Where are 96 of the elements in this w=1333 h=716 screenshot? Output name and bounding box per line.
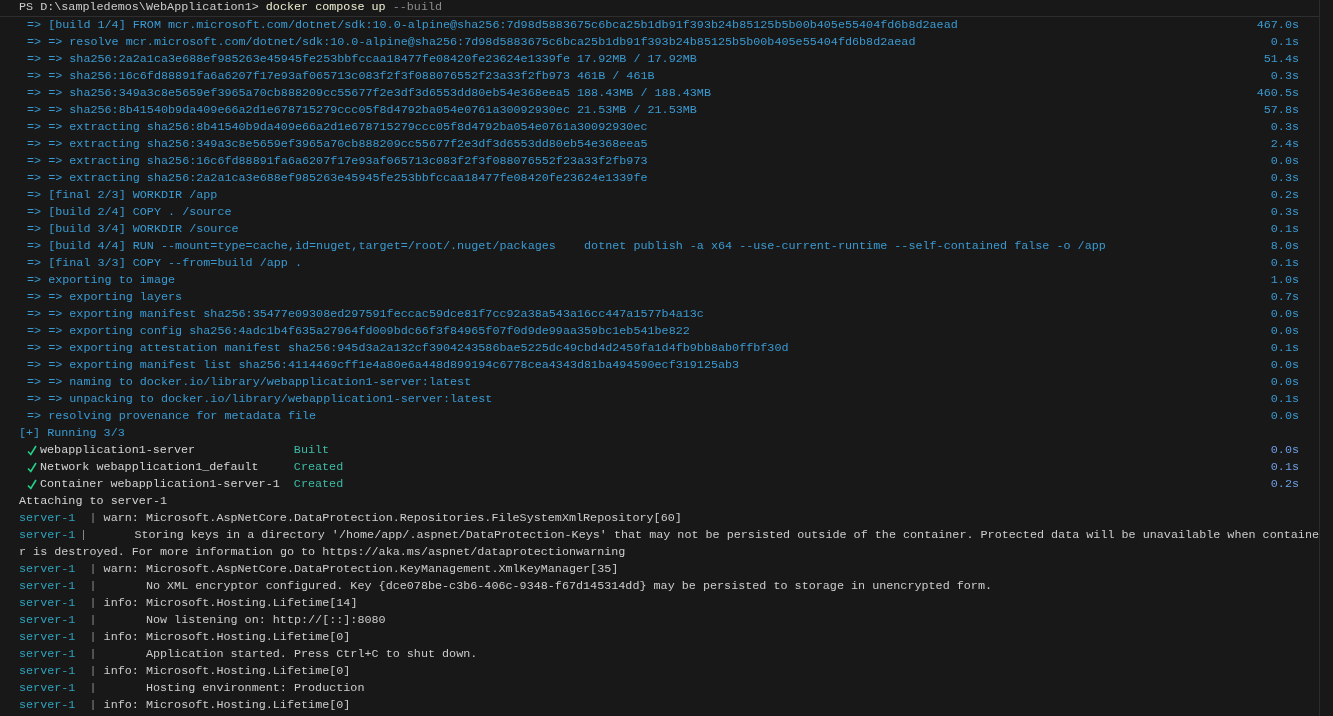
log-separator: |: [89, 697, 98, 714]
log-source: server-1: [19, 510, 77, 527]
build-step-text: => => exporting config sha256:4adc1b4f635a27964fd009bdc66f3f84965f07f0d9de99aa359bc1eb541be822: [27, 323, 690, 340]
duration-text: 0.3s: [1270, 68, 1299, 85]
log-separator: |: [89, 680, 98, 697]
build-step-text: => [final 3/3] COPY --from=build /app .: [27, 255, 302, 272]
log-message: Application started. Press Ctrl+C to shut down.: [144, 646, 478, 663]
log-source: server-1: [19, 663, 77, 680]
log-source: server-1: [19, 646, 77, 663]
log-source: server-1: [19, 612, 77, 629]
duration-text: 0.0s: [1270, 374, 1299, 391]
build-step-text: => => extracting sha256:2a2a1ca3e688ef985263e45945fe253bbfccaa18477fe08420fe23624e1339fe: [27, 170, 648, 187]
log-separator: |: [89, 629, 98, 646]
build-step-text: => => extracting sha256:16c6fd88891fa6a6207f17e93af065713c083f2f3f088076552f23a33f2fb973: [27, 153, 648, 170]
log-message: Hosting environment: Production: [144, 680, 365, 697]
duration-text: 0.1s: [1270, 34, 1299, 51]
prompt-path: PS D:\sampledemos\WebApplication1>: [19, 0, 259, 14]
duration-text: 0.2s: [1270, 476, 1299, 493]
duration-text: 0.1s: [1270, 459, 1299, 476]
command-text: docker compose up: [265, 0, 386, 14]
duration-text: 460.5s: [1256, 85, 1299, 102]
log-separator: |: [79, 527, 88, 544]
duration-text: 57.8s: [1263, 102, 1299, 119]
log-source: server-1: [19, 561, 77, 578]
duration-text: 0.3s: [1270, 170, 1299, 187]
log-source: server-1: [19, 527, 77, 544]
build-step-text: => resolving provenance for metadata file: [27, 408, 317, 425]
log-message: info: Microsoft.Hosting.Lifetime[0]: [103, 629, 351, 646]
log-message: Storing keys in a directory '/home/app/.aspnet/DataProtection-Keys' that may not be persisted outside of the container. Protected data will be unavailable when containe: [133, 527, 1319, 544]
build-step-text: => => resolve mcr.microsoft.com/dotnet/sdk:10.0-alpine@sha256:7d98d5883675c6bca25b1db91f393b24b85125b5b00b405e55404fd6b8d2aead: [27, 34, 916, 51]
duration-text: 0.2s: [1270, 187, 1299, 204]
log-message: warn: Microsoft.AspNetCore.DataProtection.KeyManagement.XmlKeyManager[35]: [103, 561, 619, 578]
log-source: server-1: [19, 680, 77, 697]
service-status: Created: [293, 476, 344, 493]
log-message: info: Microsoft.Hosting.Lifetime[14]: [103, 595, 358, 612]
running-status-text: [+] Running 3/3: [19, 425, 125, 442]
build-step-text: => => sha256:8b41540b9da409e66a2d1e678715279ccc05f8d4792ba054e0761a30092930ec 21.53MB / 21.53MB: [27, 102, 697, 119]
build-step-text: => [build 4/4] RUN --mount=type=cache,id=nuget,target=/root/.nuget/packages dotnet publish -a x64 --use-current-runtime --self-contained false -o /app: [27, 238, 1106, 255]
duration-text: 0.0s: [1270, 153, 1299, 170]
log-message: info: Microsoft.Hosting.Lifetime[0]: [103, 697, 351, 714]
service-status: Created: [293, 459, 344, 476]
duration-text: 0.1s: [1270, 340, 1299, 357]
build-step-text: => => exporting attestation manifest sha256:945d3a2a132cf3904243586bae5225dc49cbd4d2459fa1d4fb9bb8ab0ffbf30d: [27, 340, 789, 357]
duration-text: 0.3s: [1270, 119, 1299, 136]
build-step-text: => [final 2/3] WORKDIR /app: [27, 187, 218, 204]
log-source: server-1: [19, 595, 77, 612]
attach-text: Attaching to server-1: [19, 493, 168, 510]
log-message: info: Microsoft.Hosting.Lifetime[0]: [103, 663, 351, 680]
build-step-text: => => sha256:2a2a1ca3e688ef985263e45945fe253bbfccaa18477fe08420fe23624e1339fe 17.92MB / 17.92MB: [27, 51, 697, 68]
log-message: r is destroyed. For more information go to https://aka.ms/aspnet/dataprotectionwarning: [19, 544, 626, 561]
log-source: server-1: [19, 697, 77, 714]
log-separator: |: [89, 510, 98, 527]
build-step-text: => exporting to image: [27, 272, 176, 289]
duration-text: 0.0s: [1270, 306, 1299, 323]
build-step-text: => => sha256:349a3c8e5659ef3965a70cb888209cc55677f2e3df3d6553dd80eb54e368eea5 188.43MB / 188.43MB: [27, 85, 711, 102]
service-name: Network webapplication1_default: [40, 459, 260, 476]
duration-text: 0.1s: [1270, 221, 1299, 238]
flag-text: --build: [392, 0, 443, 14]
build-step-text: => [build 3/4] WORKDIR /source: [27, 221, 239, 238]
build-step-text: => => exporting manifest list sha256:4114469cff1e4a80e6a448d899194c6778cea4343d81ba494590ecf319125ab3: [27, 357, 740, 374]
build-step-text: => => extracting sha256:349a3c8e5659ef3965a70cb888209cc55677f2e3df3d6553dd80eb54e368eea5: [27, 136, 648, 153]
log-separator: |: [89, 578, 98, 595]
log-message: Now listening on: http://[::]:8080: [144, 612, 386, 629]
log-separator: |: [89, 612, 98, 629]
duration-text: 0.1s: [1270, 255, 1299, 272]
build-step-text: => => sha256:16c6fd88891fa6a6207f17e93af065713c083f2f3f088076552f23a33f2fb973 461B / 461B: [27, 68, 655, 85]
service-status: Built: [293, 442, 330, 459]
build-step-text: => [build 1/4] FROM mcr.microsoft.com/dotnet/sdk:10.0-alpine@sha256:7d98d5883675c6bca25b1db91f393b24b85125b5b00b405e55404fd6b8d2aead: [27, 17, 958, 34]
build-step-text: => => exporting layers: [27, 289, 183, 306]
log-source: server-1: [19, 578, 77, 595]
log-separator: |: [89, 646, 98, 663]
log-source: server-1: [19, 629, 77, 646]
duration-text: 0.3s: [1270, 204, 1299, 221]
duration-text: 0.1s: [1270, 391, 1299, 408]
log-message: No XML encryptor configured. Key {dce078be-c3b6-406c-9348-f67d145314dd} may be persisted to storage in unencrypted form.: [144, 578, 993, 595]
duration-text: 0.0s: [1270, 442, 1299, 459]
duration-text: 0.7s: [1270, 289, 1299, 306]
log-separator: |: [89, 663, 98, 680]
duration-text: 51.4s: [1263, 51, 1299, 68]
log-message: warn: Microsoft.AspNetCore.DataProtection.Repositories.FileSystemXmlRepository[60]: [103, 510, 682, 527]
log-separator: |: [89, 595, 98, 612]
duration-text: 467.0s: [1256, 17, 1299, 34]
log-separator: |: [89, 561, 98, 578]
service-name: webapplication1-server: [40, 442, 197, 459]
build-step-text: => => exporting manifest sha256:35477e09308ed297591feccac59dce81f7cc92a38a543a16cc447a1577b4a13c: [27, 306, 704, 323]
duration-text: 0.0s: [1270, 408, 1299, 425]
duration-text: 0.0s: [1270, 323, 1299, 340]
build-step-text: => => naming to docker.io/library/webapplication1-server:latest: [27, 374, 472, 391]
duration-text: 8.0s: [1270, 238, 1299, 255]
duration-text: 1.0s: [1270, 272, 1299, 289]
build-step-text: => => unpacking to docker.io/library/webapplication1-server:latest: [27, 391, 493, 408]
build-step-text: => [build 2/4] COPY . /source: [27, 204, 232, 221]
duration-text: 0.0s: [1270, 357, 1299, 374]
duration-text: 2.4s: [1270, 136, 1299, 153]
build-step-text: => => extracting sha256:8b41540b9da409e66a2d1e678715279ccc05f8d4792ba054e0761a30092930ec: [27, 119, 648, 136]
service-name: Container webapplication1-server-1: [40, 476, 281, 493]
